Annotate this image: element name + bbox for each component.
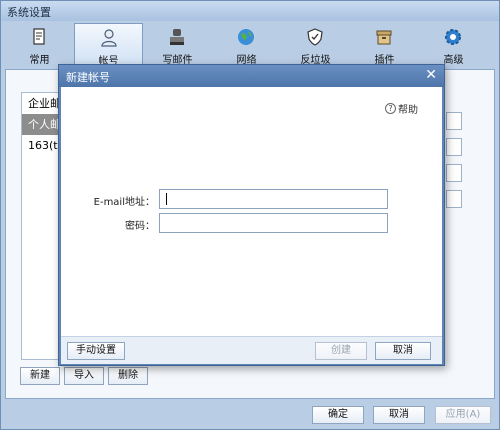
help-label: 帮助 (398, 105, 418, 116)
create-button[interactable]: 创建 (315, 342, 367, 360)
help-link[interactable]: ? 帮助 (385, 101, 418, 116)
tab-account[interactable]: 帐号 (74, 23, 143, 67)
manual-setup-button[interactable]: 手动设置 (67, 342, 125, 360)
tab-compose[interactable]: 写邮件 (143, 23, 212, 67)
settings-field[interactable] (446, 190, 462, 208)
stamp-icon (170, 29, 184, 45)
cancel-button[interactable]: 取消 (373, 406, 425, 424)
dialog-footer: 手动设置 创建 取消 (61, 336, 442, 364)
globe-icon (238, 29, 254, 45)
settings-field[interactable] (446, 112, 462, 130)
dialog-title: 新建帐号 (66, 71, 110, 84)
tab-network[interactable]: 网络 (212, 23, 281, 67)
settings-field[interactable] (446, 164, 462, 182)
delete-account-button[interactable]: 删除 (108, 367, 148, 385)
document-icon (33, 28, 45, 45)
close-icon[interactable]: ✕ (425, 67, 437, 83)
tab-antispam[interactable]: 反垃圾 (281, 23, 350, 67)
gear-icon (445, 29, 461, 45)
apply-button[interactable]: 应用(A) (435, 406, 491, 424)
text-caret (166, 193, 167, 205)
help-icon: ? (385, 103, 396, 114)
user-icon (101, 29, 117, 47)
new-account-button[interactable]: 新建 (20, 367, 60, 385)
settings-field[interactable] (446, 138, 462, 156)
new-account-dialog: 新建帐号 ✕ ? 帮助 E-mail地址： 密码： 手动设置 创建 取消 (58, 64, 445, 366)
settings-toolbar: 常用 帐号 写邮件 网络 反垃圾 插件 高级 (5, 21, 495, 69)
dialog-titlebar: 新建帐号 ✕ (59, 65, 444, 87)
password-field[interactable] (159, 213, 388, 233)
email-label: E-mail地址： (93, 197, 155, 208)
shield-icon (307, 28, 323, 46)
password-label: 密码： (125, 221, 155, 232)
tab-advanced[interactable]: 高级 (419, 23, 488, 67)
tab-plugins[interactable]: 插件 (350, 23, 419, 67)
dialog-body: ? 帮助 E-mail地址： 密码： (61, 87, 442, 336)
window-title: 系统设置 (7, 6, 51, 19)
settings-titlebar: 系统设置 (1, 1, 499, 21)
email-field[interactable] (159, 189, 388, 209)
dialog-cancel-button[interactable]: 取消 (375, 342, 431, 360)
tab-general[interactable]: 常用 (5, 23, 74, 67)
ok-button[interactable]: 确定 (312, 406, 364, 424)
import-account-button[interactable]: 导入 (64, 367, 104, 385)
box-icon (376, 30, 392, 45)
